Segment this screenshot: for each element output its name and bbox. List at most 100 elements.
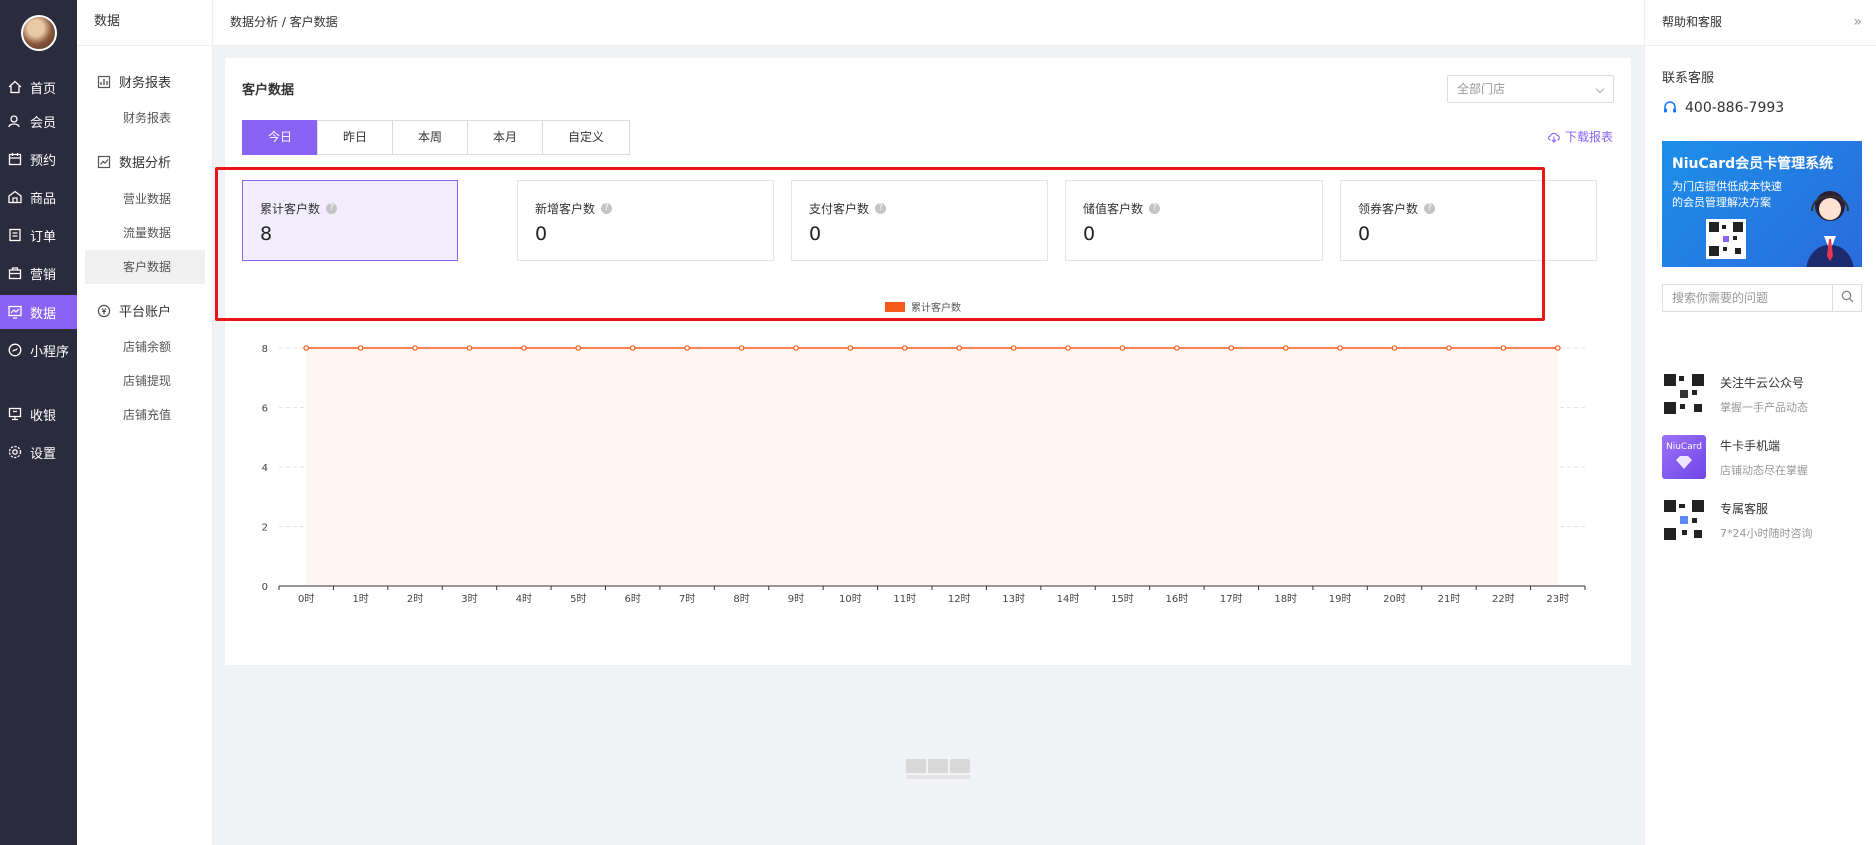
stat-label-row: 领券客户数? [1358,200,1436,217]
stat-card-total-customers[interactable]: 累计客户数? 8 [242,180,458,261]
service-phone[interactable]: 400-886-7993 [1662,100,1784,116]
x-tick-label: 11时 [893,593,916,605]
subnav-link-store-balance[interactable]: 店铺余额 [85,330,205,364]
data-icon [8,305,22,319]
service-title: 专属客服 [1720,502,1769,516]
tab-custom[interactable]: 自定义 [542,120,630,155]
tab-yesterday[interactable]: 昨日 [317,120,393,155]
tab-this-month[interactable]: 本月 [467,120,543,155]
qrcode-icon [1662,372,1706,416]
y-tick-label: 0 [262,582,268,593]
cloud-download-icon [1547,131,1561,143]
y-tick-label: 2 [262,523,268,534]
service-text: 关注牛云公众号 掌握一手产品动态 [1720,372,1808,416]
data-point [738,345,745,351]
subnav-link-customer-data[interactable]: 客户数据 [85,250,205,284]
help-icon[interactable]: ? [1149,203,1161,214]
data-point [1228,345,1235,351]
nav-item-marketing[interactable]: 营销 [0,256,77,290]
qrcode-icon [1662,498,1706,542]
subnav-link-store-recharge[interactable]: 店铺充值 [85,398,205,432]
goods-icon [8,190,22,204]
help-icon[interactable]: ? [1424,203,1436,214]
miniprogram-icon [8,343,22,357]
search-icon [1841,290,1854,307]
stat-card-stored-value-customers[interactable]: 储值客户数? 0 [1065,180,1323,261]
store-select-value: 全部门店 [1457,82,1506,96]
data-point [1337,345,1343,351]
stat-label-row: 储值客户数? [1083,200,1161,217]
calendar-icon [8,152,22,166]
nav-label: 收银 [30,408,57,424]
subnav-link-traffic-data[interactable]: 流量数据 [85,216,205,250]
customer-trend-chart: 累计客户数 0 2 4 6 8 0时 1时 2时 3时 4时 5时 6时 7时 8时 9时 10时 11时 12时 1… [262,301,1586,605]
service-exclusive-support[interactable]: 专属客服 7*24小时随时咨询 [1662,498,1813,542]
search-button[interactable] [1832,285,1861,311]
subnav-group-analysis[interactable]: 数据分析 [97,152,171,171]
nav-item-settings[interactable]: 设置 [0,435,77,469]
nav-item-miniprogram[interactable]: 小程序 [0,333,77,367]
nav-item-booking[interactable]: 预约 [0,142,77,176]
x-tick-label: 16时 [1166,593,1189,605]
banner-title: NiuCard会员卡管理系统 [1672,156,1834,172]
service-title: 牛卡手机端 [1720,439,1781,453]
nav-item-cashier[interactable]: 收银 [0,397,77,431]
nav-label: 小程序 [30,344,70,360]
data-point [1554,345,1561,351]
legend-swatch [885,302,905,312]
stat-card-paying-customers[interactable]: 支付客户数? 0 [791,180,1048,261]
stat-label-row: 新增客户数? [535,200,613,217]
service-title: 关注牛云公众号 [1720,376,1805,390]
data-point [412,345,418,351]
headset-icon [1662,100,1678,116]
stat-card-coupon-customers[interactable]: 领券客户数? 0 [1340,180,1597,261]
tab-today[interactable]: 今日 [242,120,318,155]
nav-item-members[interactable]: 会员 [0,104,77,138]
x-tick-label: 18时 [1274,593,1297,605]
service-wechat-official[interactable]: 关注牛云公众号 掌握一手产品动态 [1662,372,1808,416]
nav-label: 商品 [30,191,57,207]
help-icon[interactable]: ? [601,203,613,214]
subnav-group-finance[interactable]: 财务报表 [97,72,171,91]
help-panel-header: 帮助和客服 » [1645,0,1876,46]
nav-item-goods[interactable]: 商品 [0,180,77,214]
service-desc: 7*24小时随时咨询 [1720,527,1813,540]
x-tick-label: 23时 [1546,593,1569,605]
service-mobile-app[interactable]: NiuCard 牛卡手机端 店铺动态尽在掌握 [1662,435,1808,479]
help-panel: 帮助和客服 » 联系客服 400-886-7993 NiuCard会员卡管理系统… [1644,0,1876,845]
stat-card-new-customers[interactable]: 新增客户数? 0 [517,180,774,261]
stat-value: 8 [260,223,273,245]
download-label: 下载报表 [1565,130,1614,144]
y-tick-label: 6 [262,404,268,415]
subnav-link-store-withdraw[interactable]: 店铺提现 [85,364,205,398]
data-point [303,345,310,351]
data-point [1010,345,1017,351]
main-nav: 首页 会员 预约 商品 订单 营销 数据 小程序 收银 设置 [0,0,77,845]
sub-nav: 数据 财务报表 财务报表 数据分析 营业数据 流量数据 客户数据 平台账户 店铺… [77,0,213,845]
stat-value: 0 [535,223,548,245]
nav-item-orders[interactable]: 订单 [0,218,77,252]
subnav-group-label: 数据分析 [119,156,172,171]
nav-item-data[interactable]: 数据 [0,295,77,329]
data-point [847,345,854,351]
help-icon[interactable]: ? [326,203,338,214]
data-point [629,345,636,351]
nav-item-home[interactable]: 首页 [0,70,77,104]
store-select[interactable]: 全部门店 [1447,75,1614,103]
help-icon[interactable]: ? [875,203,887,214]
chevron-down-icon [1595,84,1605,94]
subnav-group-account[interactable]: 平台账户 [97,301,171,320]
data-point [1282,345,1289,351]
data-point [1065,345,1071,351]
collapse-panel-icon[interactable]: » [1853,0,1862,44]
service-text: 专属客服 7*24小时随时咨询 [1720,498,1813,542]
avatar[interactable] [21,15,57,51]
legend-label: 累计客户数 [911,301,961,314]
download-report-link[interactable]: 下载报表 [1547,128,1613,145]
tab-this-week[interactable]: 本周 [392,120,468,155]
subnav-link-business-data[interactable]: 营业数据 [85,182,205,216]
promo-banner[interactable]: NiuCard会员卡管理系统 为门店提供低成本快速的会员管理解决方案 [1662,141,1862,267]
x-tick-label: 15时 [1111,593,1134,605]
stat-label: 支付客户数 [809,202,870,216]
subnav-link-finance-report[interactable]: 财务报表 [85,101,205,135]
